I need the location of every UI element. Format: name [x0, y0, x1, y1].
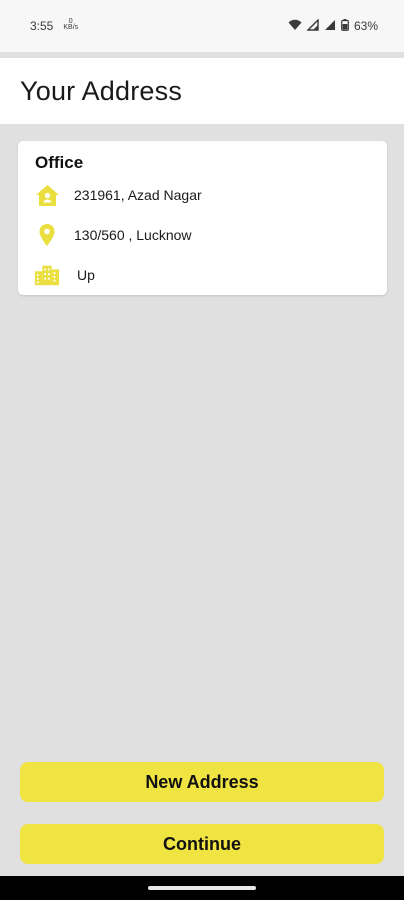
- address-row-city: 130/560 , Lucknow: [34, 222, 192, 248]
- page-title: Your Address: [20, 75, 183, 106]
- app-bar: Your Address: [0, 58, 404, 124]
- address-row-text: Up: [77, 267, 95, 283]
- address-row-text: 231961, Azad Nagar: [74, 187, 202, 203]
- wifi-icon: [288, 19, 302, 34]
- status-left: 3:55 0 KB/s: [30, 18, 79, 33]
- continue-button[interactable]: Continue: [20, 824, 384, 864]
- home-icon: [34, 182, 60, 208]
- signal-icon-2: [324, 19, 336, 34]
- address-row-text: 130/560 , Lucknow: [74, 227, 192, 243]
- data-speed-indicator: 0 KB/s: [63, 18, 79, 31]
- address-card-title: Office: [35, 153, 84, 172]
- address-card[interactable]: Office 231961, Azad Nagar 130/560 , Luck…: [18, 141, 387, 295]
- address-row-street: 231961, Azad Nagar: [34, 182, 202, 208]
- battery-percent: 63%: [353, 19, 378, 33]
- status-bar: 3:55 0 KB/s 63%: [0, 0, 404, 52]
- battery-icon: [341, 18, 349, 34]
- system-nav-bar: [0, 876, 404, 900]
- address-row-state: Up: [34, 262, 95, 288]
- location-pin-icon: [34, 222, 60, 248]
- data-speed-unit: KB/s: [63, 24, 79, 31]
- status-right: 63%: [288, 17, 378, 34]
- status-time: 3:55: [30, 19, 54, 33]
- home-gesture-handle[interactable]: [148, 886, 256, 890]
- city-icon: [34, 262, 60, 288]
- signal-icon: [306, 17, 319, 34]
- new-address-button[interactable]: New Address: [20, 762, 384, 802]
